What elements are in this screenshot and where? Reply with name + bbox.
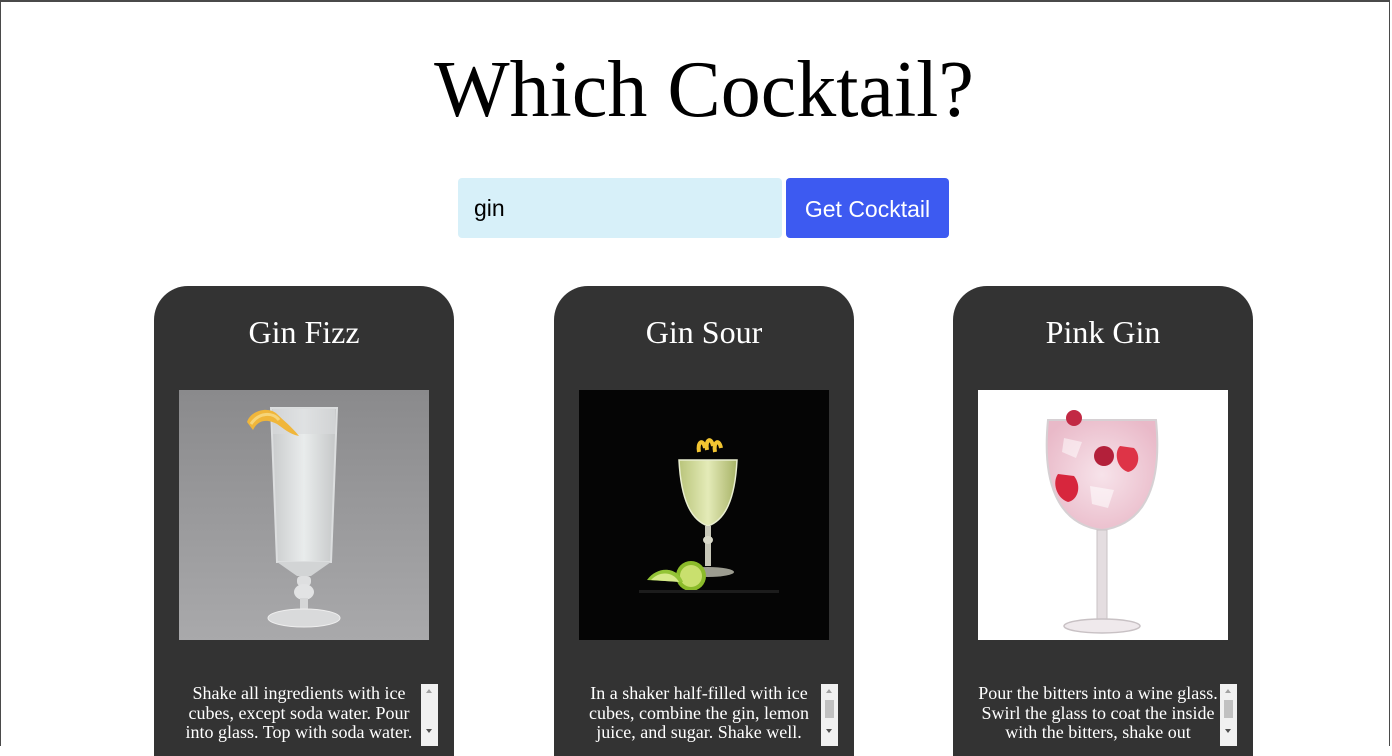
cocktail-name: Pink Gin [1045, 314, 1161, 350]
cocktail-name: Gin Sour [645, 314, 763, 350]
cocktail-card: Pink Gin Pour the bitters into a wine gl… [953, 286, 1253, 756]
search-input[interactable] [458, 178, 782, 238]
scrollbar-thumb[interactable] [825, 700, 834, 718]
cocktail-instructions: Shake all ingredients with ice cubes, ex… [185, 684, 413, 742]
instructions-scrollbar[interactable] [1220, 684, 1237, 746]
cocktail-card: Gin Fizz Shake all ingredients with ice … [154, 286, 454, 756]
pink-gin-photo [978, 390, 1228, 640]
instructions-scrollbar[interactable] [421, 684, 438, 746]
gin-sour-photo [579, 390, 829, 640]
cocktail-instructions: In a shaker half-filled with ice cubes, … [589, 684, 809, 742]
scroll-up-arrow-icon[interactable] [821, 684, 838, 698]
gin-fizz-photo [179, 390, 429, 640]
scroll-up-arrow-icon[interactable] [1220, 684, 1237, 698]
cocktail-instructions: Pour the bitters into a wine glass. Swir… [978, 684, 1218, 742]
cocktail-card: Gin Sour In a shaker half-filled with ic [554, 286, 854, 756]
instructions-scrollbar[interactable] [821, 684, 838, 746]
scroll-down-arrow-icon[interactable] [821, 724, 838, 738]
scroll-down-arrow-icon[interactable] [1220, 724, 1237, 738]
scroll-up-arrow-icon[interactable] [421, 684, 438, 698]
get-cocktail-button[interactable]: Get Cocktail [786, 178, 949, 238]
scrollbar-thumb[interactable] [1224, 700, 1233, 718]
scroll-down-arrow-icon[interactable] [421, 724, 438, 738]
page-title: Which Cocktail? [434, 46, 974, 134]
cocktail-name: Gin Fizz [248, 314, 360, 350]
